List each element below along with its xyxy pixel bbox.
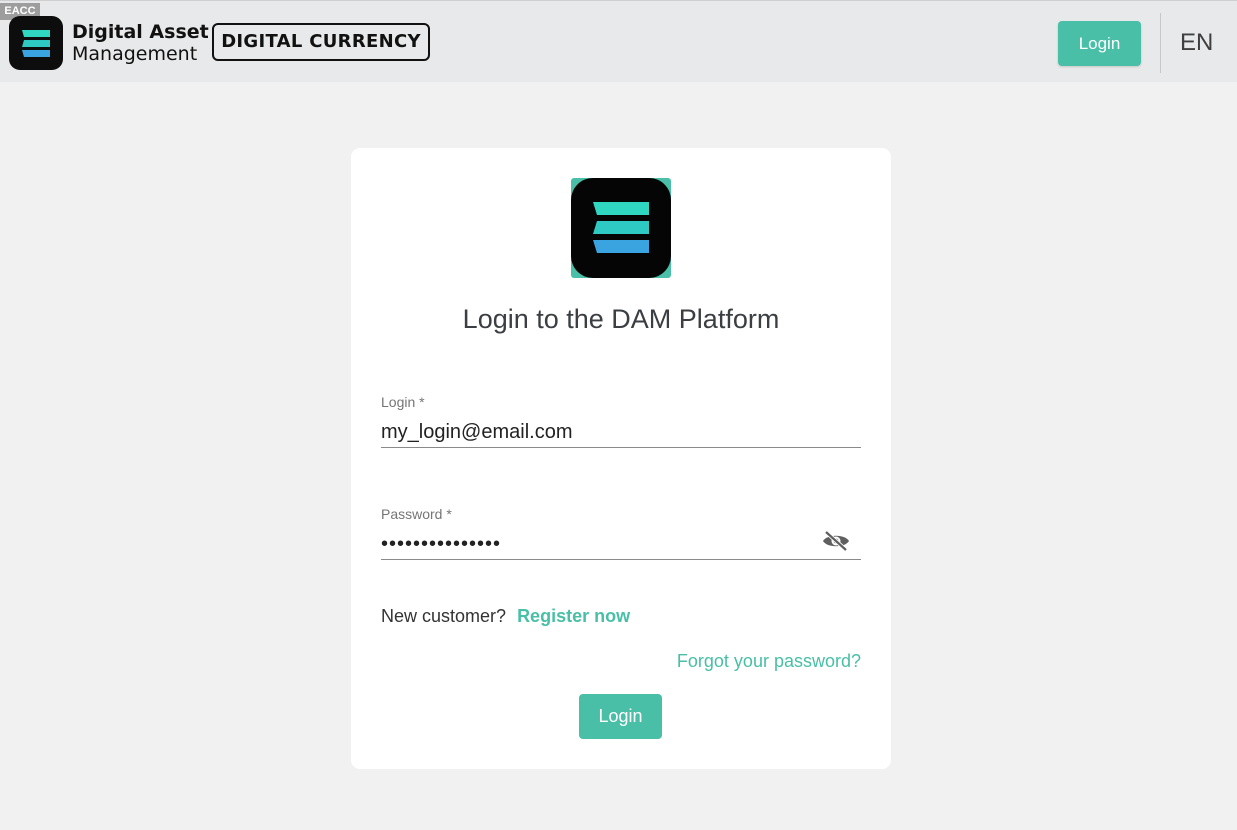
login-submit-button[interactable]: Login <box>579 694 662 739</box>
page-title: Login to the DAM Platform <box>462 304 780 334</box>
password-input[interactable] <box>381 524 861 560</box>
eye-off-icon[interactable] <box>821 530 851 552</box>
header-divider <box>1160 13 1161 73</box>
brand-name-line2: Management <box>72 43 198 65</box>
card-logo <box>571 178 671 278</box>
password-field: Password * <box>381 506 861 560</box>
brand-name-line1: Digital Asset <box>72 21 209 43</box>
login-card: Login to the DAM Platform Login * Passwo… <box>351 148 891 769</box>
register-link[interactable]: Register now <box>517 606 630 626</box>
brand-name[interactable]: Digital Asset Management <box>72 21 209 65</box>
header-login-button[interactable]: Login <box>1058 21 1141 66</box>
language-selector[interactable]: EN <box>1180 29 1213 57</box>
digital-currency-badge: DIGITAL CURRENCY <box>212 23 430 61</box>
login-input[interactable] <box>381 412 861 448</box>
forgot-password-link[interactable]: Forgot your password? <box>677 651 861 672</box>
login-field-label: Login * <box>381 394 425 410</box>
new-customer-row: New customer? Register now <box>381 606 630 627</box>
login-field: Login * <box>381 394 861 448</box>
new-customer-text: New customer? <box>381 606 507 626</box>
dam-logo-icon[interactable] <box>9 16 63 70</box>
top-header: EACC Digital Asset Management DIGITAL CU… <box>0 0 1237 82</box>
dam-logo-icon <box>571 178 671 278</box>
password-field-label: Password * <box>381 506 452 522</box>
